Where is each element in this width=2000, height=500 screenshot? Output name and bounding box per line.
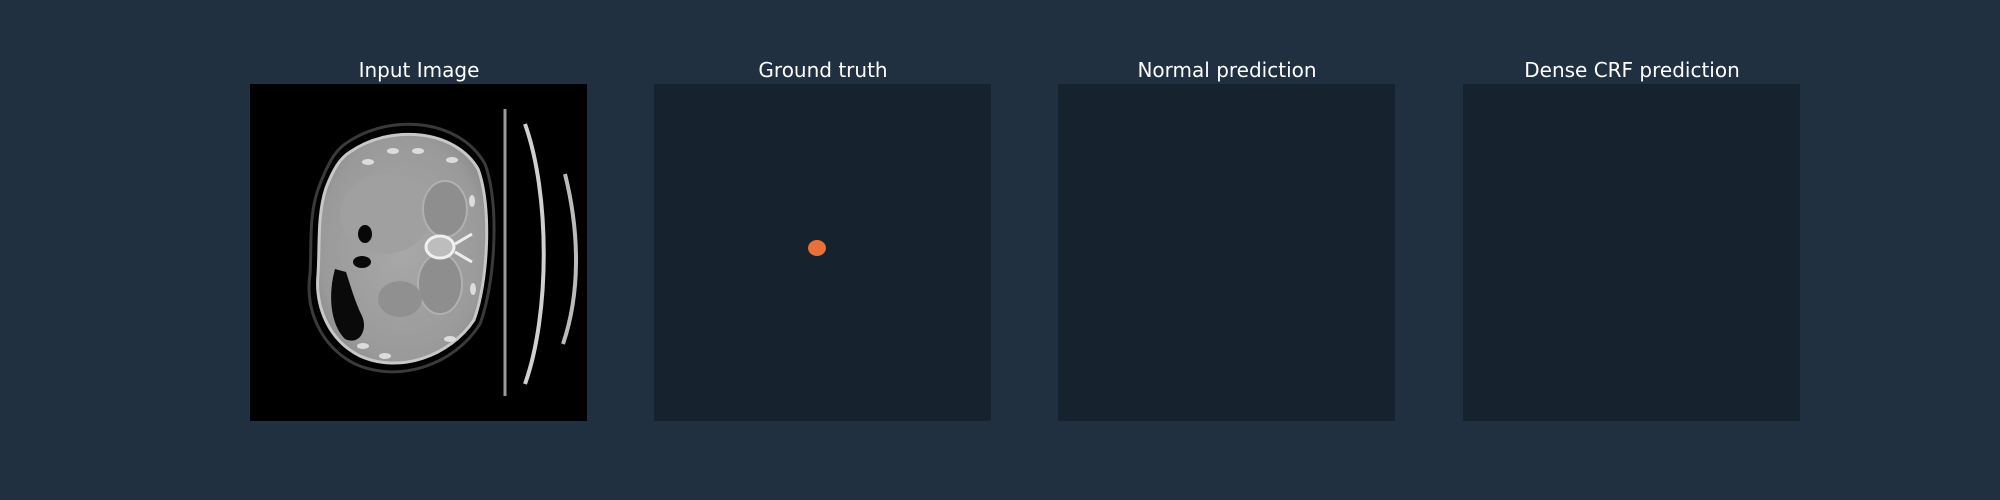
dense-crf-prediction-panel: Dense CRF prediction: [1463, 56, 1801, 421]
lesion-region: [808, 240, 826, 256]
normal-prediction-title: Normal prediction: [1137, 58, 1317, 82]
ct-scan-image: [250, 84, 587, 421]
ground-truth-panel: Ground truth: [654, 56, 992, 421]
input-image-panel: Input Image: [250, 56, 588, 421]
ground-truth-mask: [654, 84, 991, 421]
normal-prediction-mask: [1058, 84, 1395, 421]
dense-crf-prediction-title: Dense CRF prediction: [1524, 58, 1740, 82]
input-image-title: Input Image: [358, 58, 480, 82]
normal-prediction-panel: Normal prediction: [1058, 56, 1396, 421]
dense-crf-prediction-mask: [1463, 84, 1800, 421]
ground-truth-title: Ground truth: [758, 58, 888, 82]
